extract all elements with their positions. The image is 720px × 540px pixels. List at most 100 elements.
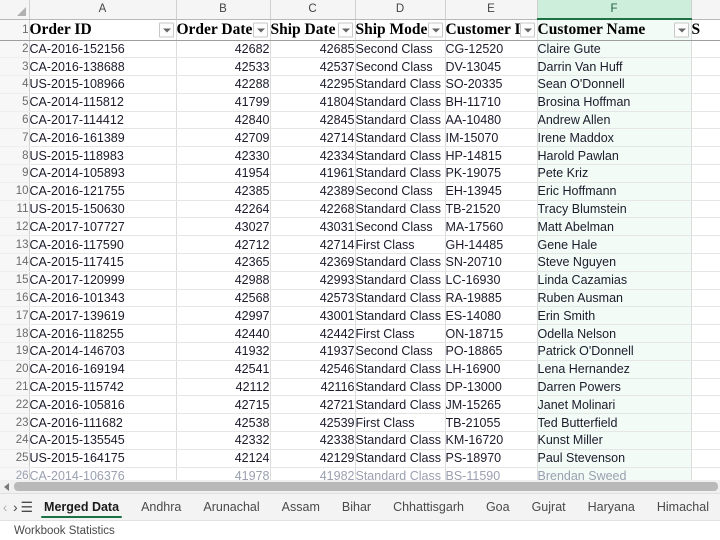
cell-ship-date[interactable]: 42714: [270, 235, 356, 255]
cell-column-g[interactable]: [691, 378, 720, 397]
cell-order-date[interactable]: 42840: [176, 111, 271, 130]
cell-order-id[interactable]: CA-2016-121755: [29, 182, 177, 201]
row-number[interactable]: 7: [0, 128, 30, 148]
horizontal-scrollbar[interactable]: [0, 480, 720, 493]
cell-customer-id[interactable]: GH-14485: [445, 235, 538, 255]
cell-customer-name[interactable]: Andrew Allen: [537, 111, 692, 130]
cell-ship-date[interactable]: 42993: [270, 271, 356, 290]
column-header-f[interactable]: F: [537, 0, 692, 20]
sheet-tab-himachal[interactable]: Himachal: [646, 494, 720, 520]
table-row[interactable]: 20 CA-2016-169194 42541 42546 Standard Class…: [0, 360, 720, 379]
row-number[interactable]: 23: [0, 413, 30, 433]
cell-order-id[interactable]: CA-2014-106376: [29, 467, 177, 480]
column-filter-header-a[interactable]: Order ID: [29, 19, 177, 41]
cell-order-id[interactable]: CA-2016-105816: [29, 395, 177, 415]
cell-ship-date[interactable]: 42116: [270, 378, 356, 397]
cell-order-date[interactable]: 42124: [176, 449, 271, 468]
table-row[interactable]: 15 CA-2017-120999 42988 42993 Standard Class…: [0, 271, 720, 290]
cell-ship-date[interactable]: 42845: [270, 111, 356, 130]
table-row[interactable]: 26 CA-2014-106376 41978 41982 Standard Class…: [0, 467, 720, 480]
cell-customer-id[interactable]: MA-17560: [445, 217, 538, 237]
row-number[interactable]: 22: [0, 395, 30, 415]
cell-order-id[interactable]: CA-2016-111682: [29, 413, 177, 433]
cell-ship-date[interactable]: 42721: [270, 395, 356, 415]
cell-ship-mode[interactable]: First Class: [355, 413, 446, 433]
cell-column-g[interactable]: [691, 111, 720, 130]
table-row[interactable]: 8 US-2015-118983 42330 42334 Standard Class H…: [0, 146, 720, 166]
column-filter-header-g[interactable]: S: [691, 19, 720, 41]
row-number[interactable]: 11: [0, 200, 30, 219]
cell-order-id[interactable]: US-2015-150630: [29, 200, 177, 219]
row-number[interactable]: 20: [0, 360, 30, 379]
cell-column-g[interactable]: [691, 449, 720, 468]
cell-customer-name[interactable]: Kunst Miller: [537, 431, 692, 450]
cell-customer-name[interactable]: Linda Cazamias: [537, 271, 692, 290]
sheet-tab-arunachal[interactable]: Arunachal: [192, 494, 270, 520]
cell-customer-name[interactable]: Odella Nelson: [537, 324, 692, 344]
row-number[interactable]: 5: [0, 93, 30, 112]
table-row[interactable]: 18 CA-2016-118255 42440 42442 First Class ON-…: [0, 324, 720, 344]
all-sheets-menu-icon[interactable]: ☰: [20, 494, 33, 520]
column-filter-header-e[interactable]: Customer ID: [445, 19, 538, 41]
table-row[interactable]: 21 CA-2015-115742 42112 42116 Standard Class…: [0, 378, 720, 397]
sheet-tab-bar[interactable]: ‹ › ☰ Merged Data Andhra Arunachal Assam Bih…: [0, 493, 720, 520]
cell-customer-id[interactable]: PK-19075: [445, 164, 538, 183]
cell-ship-date[interactable]: 42338: [270, 431, 356, 450]
cell-ship-date[interactable]: 42295: [270, 75, 356, 94]
cell-ship-mode[interactable]: First Class: [355, 324, 446, 344]
table-row[interactable]: 5 CA-2014-115812 41799 41804 Standard Class B…: [0, 93, 720, 112]
cell-ship-date[interactable]: 43031: [270, 217, 356, 237]
previous-sheet-icon[interactable]: ‹: [0, 494, 10, 520]
row-number[interactable]: 1: [0, 19, 30, 41]
table-row[interactable]: 13 CA-2016-117590 42712 42714 First Class GH-…: [0, 235, 720, 255]
cell-column-g[interactable]: [691, 146, 720, 166]
row-number[interactable]: 12: [0, 217, 30, 237]
cell-customer-id[interactable]: TB-21520: [445, 200, 538, 219]
cell-ship-date[interactable]: 42573: [270, 289, 356, 308]
cell-customer-id[interactable]: EH-13945: [445, 182, 538, 201]
cell-order-date[interactable]: 42715: [176, 395, 271, 415]
cell-column-g[interactable]: [691, 75, 720, 94]
cell-order-date[interactable]: 42541: [176, 360, 271, 379]
row-number[interactable]: 9: [0, 164, 30, 183]
table-row[interactable]: 10 CA-2016-121755 42385 42389 Second Class EH…: [0, 182, 720, 201]
table-row[interactable]: 12 CA-2017-107727 43027 43031 Second Class MA…: [0, 217, 720, 237]
cell-order-date[interactable]: 42385: [176, 182, 271, 201]
cell-customer-id[interactable]: SN-20710: [445, 253, 538, 272]
cell-customer-name[interactable]: Matt Abelman: [537, 217, 692, 237]
cell-ship-mode[interactable]: First Class: [355, 235, 446, 255]
cell-customer-name[interactable]: Gene Hale: [537, 235, 692, 255]
filter-dropdown-icon[interactable]: [337, 22, 353, 37]
cell-customer-id[interactable]: JM-15265: [445, 395, 538, 415]
cell-ship-mode[interactable]: Standard Class: [355, 271, 446, 290]
cell-order-date[interactable]: 42709: [176, 128, 271, 148]
table-row[interactable]: 16 CA-2016-101343 42568 42573 Standard Class…: [0, 289, 720, 308]
cell-column-g[interactable]: [691, 93, 720, 112]
column-filter-header-c[interactable]: Ship Date: [270, 19, 356, 41]
cell-customer-id[interactable]: PS-18970: [445, 449, 538, 468]
table-row[interactable]: 24 CA-2015-135545 42332 42338 Standard Class…: [0, 431, 720, 450]
table-row[interactable]: 14 CA-2015-117415 42365 42369 Standard Class…: [0, 253, 720, 272]
table-row[interactable]: 7 CA-2016-161389 42709 42714 Standard Class I…: [0, 128, 720, 148]
row-number[interactable]: 16: [0, 289, 30, 308]
cell-ship-date[interactable]: 43001: [270, 306, 356, 326]
cell-customer-name[interactable]: Ted Butterfield: [537, 413, 692, 433]
row-number[interactable]: 17: [0, 306, 30, 326]
cell-ship-date[interactable]: 42268: [270, 200, 356, 219]
cell-customer-id[interactable]: SO-20335: [445, 75, 538, 94]
table-row[interactable]: 25 US-2015-164175 42124 42129 Standard Class…: [0, 449, 720, 468]
row-number[interactable]: 21: [0, 378, 30, 397]
cell-customer-id[interactable]: PO-18865: [445, 342, 538, 361]
cell-customer-id[interactable]: AA-10480: [445, 111, 538, 130]
column-filter-header-b[interactable]: Order Date: [176, 19, 271, 41]
cell-customer-name[interactable]: Lena Hernandez: [537, 360, 692, 379]
cell-order-id[interactable]: CA-2016-138688: [29, 57, 177, 77]
cell-order-id[interactable]: CA-2015-135545: [29, 431, 177, 450]
cell-ship-date[interactable]: 42442: [270, 324, 356, 344]
cell-order-date[interactable]: 42330: [176, 146, 271, 166]
cell-customer-name[interactable]: Brendan Sweed: [537, 467, 692, 480]
workbook-statistics-label[interactable]: Workbook Statistics: [0, 525, 115, 537]
cell-customer-name[interactable]: Janet Molinari: [537, 395, 692, 415]
cell-order-id[interactable]: CA-2017-107727: [29, 217, 177, 237]
cell-customer-name[interactable]: Claire Gute: [537, 40, 692, 59]
